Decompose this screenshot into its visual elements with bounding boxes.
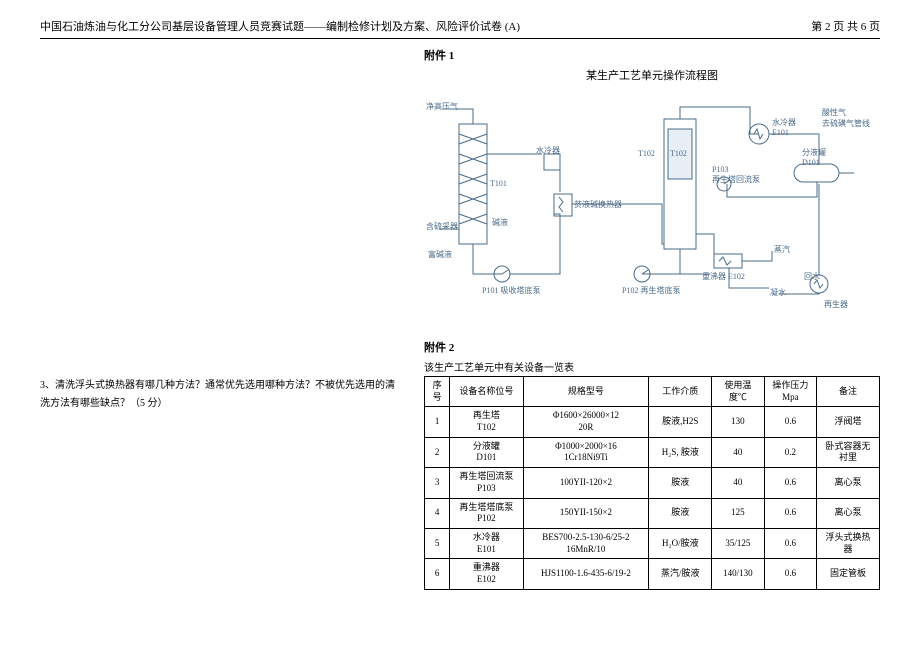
- cell-medium: 胺液,H2S: [649, 407, 712, 437]
- attachment-2: 附件 2 该生产工艺单元中有关设备一览表 序号 设备名称位号 规格型号 工作介质…: [424, 339, 880, 590]
- attachment-1: 附件 1 某生产工艺单元操作流程图: [424, 47, 880, 329]
- cell-note: 卧式容器无衬里: [817, 437, 880, 467]
- cell-temp: 125: [712, 498, 764, 528]
- cell-temp: 40: [712, 468, 764, 498]
- e102-label: 重沸器 E102: [702, 271, 745, 282]
- cell-medium: H₂S, 胺液: [649, 437, 712, 467]
- table-caption: 该生产工艺单元中有关设备一览表: [424, 359, 880, 374]
- cell-medium: 胺液: [649, 498, 712, 528]
- equipment-table: 序号 设备名称位号 规格型号 工作介质 使用温度℃ 操作压力Mpa 备注 1再生…: [424, 376, 880, 590]
- e101-label: 水冷器 E101: [772, 117, 796, 137]
- cell-seq: 6: [425, 559, 450, 589]
- cell-spec: 150YII-150×2: [523, 498, 649, 528]
- cell-name: 分液罐 D101: [450, 437, 523, 467]
- cell-temp: 40: [712, 437, 764, 467]
- cell-spec: 100YII-120×2: [523, 468, 649, 498]
- process-flow-diagram: T101 T102 T102 P101 吸收塔底泵 P102 再生塔底泵 P10…: [424, 89, 864, 329]
- th-temp: 使用温度℃: [712, 377, 764, 407]
- to-abs-label: 含硫采器: [426, 221, 458, 232]
- water-cooler-label: 水冷器: [536, 145, 560, 156]
- cell-note: 固定管板: [817, 559, 880, 589]
- table-row: 6重沸器 E102HJS1100-1.6-435-6/19-2蒸汽/胺液140/…: [425, 559, 880, 589]
- cell-pressure: 0.6: [764, 468, 816, 498]
- th-spec: 规格型号: [523, 377, 649, 407]
- cell-medium: 胺液: [649, 468, 712, 498]
- header-title: 中国石油炼油与化工分公司基层设备管理人员竞赛试题——编制检修计划及方案、风险评价…: [40, 18, 520, 34]
- page-header: 中国石油炼油与化工分公司基层设备管理人员竞赛试题——编制检修计划及方案、风险评价…: [40, 18, 880, 39]
- table-header-row: 序号 设备名称位号 规格型号 工作介质 使用温度℃ 操作压力Mpa 备注: [425, 377, 880, 407]
- cell-seq: 2: [425, 437, 450, 467]
- cell-temp: 130: [712, 407, 764, 437]
- t102a-label: T102: [638, 149, 655, 158]
- cell-seq: 3: [425, 468, 450, 498]
- th-name: 设备名称位号: [450, 377, 523, 407]
- cell-name: 再生塔回流泵 P103: [450, 468, 523, 498]
- table-row: 3再生塔回流泵 P103100YII-120×2胺液400.6离心泵: [425, 468, 880, 498]
- reboiler2-label: 再生器: [824, 299, 848, 310]
- question-3: 3、清洗浮头式换热器有哪几种方法？通常优先选用哪种方法？不被优先选用的清洗方法有…: [40, 377, 400, 413]
- t101-label: T101: [490, 179, 507, 188]
- cell-pressure: 0.2: [764, 437, 816, 467]
- cell-pressure: 0.6: [764, 498, 816, 528]
- lean-liquid-label: 碱液: [492, 217, 508, 228]
- table-row: 2分液罐 D101Φ1000×2000×16 1Cr18Ni9TiH₂S, 胺液…: [425, 437, 880, 467]
- clean-gas-label: 净高压气: [426, 101, 458, 112]
- cell-name: 重沸器 E102: [450, 559, 523, 589]
- cell-spec: HJS1100-1.6-435-6/19-2: [523, 559, 649, 589]
- return-liq-label: 回水: [804, 271, 820, 282]
- p103-label: P103 再生塔回流泵: [712, 165, 760, 185]
- cell-note: 浮阀塔: [817, 407, 880, 437]
- cell-seq: 4: [425, 498, 450, 528]
- cell-pressure: 0.6: [764, 407, 816, 437]
- table-row: 5水冷器 E101BES700-2.5-130-6/25-2 16MnR/10H…: [425, 528, 880, 558]
- cell-name: 水冷器 E101: [450, 528, 523, 558]
- cell-medium: 蒸汽/胺液: [649, 559, 712, 589]
- th-seq: 序号: [425, 377, 450, 407]
- diagram-title: 某生产工艺单元操作流程图: [424, 67, 880, 83]
- cell-temp: 35/125: [712, 528, 764, 558]
- attachment-2-label: 附件 2: [424, 339, 880, 355]
- attachment-1-label: 附件 1: [424, 47, 880, 63]
- cell-pressure: 0.6: [764, 559, 816, 589]
- cond-label: 凝水: [770, 287, 786, 298]
- th-pressure: 操作压力Mpa: [764, 377, 816, 407]
- rich-liquid-label: 富碱液: [428, 249, 452, 260]
- th-medium: 工作介质: [649, 377, 712, 407]
- cell-temp: 140/130: [712, 559, 764, 589]
- d101-label: 分液罐 D101: [802, 147, 826, 167]
- cell-name: 再生塔塔底泵 P102: [450, 498, 523, 528]
- cell-spec: Φ1600×26000×12 20R: [523, 407, 649, 437]
- p101-label: P101 吸收塔底泵: [482, 285, 540, 296]
- t102b-label: T102: [670, 149, 687, 158]
- cell-note: 离心泵: [817, 498, 880, 528]
- table-row: 1再生塔 T102Φ1600×26000×12 20R胺液,H2S1300.6浮…: [425, 407, 880, 437]
- cell-pressure: 0.6: [764, 528, 816, 558]
- cell-spec: Φ1000×2000×16 1Cr18Ni9Ti: [523, 437, 649, 467]
- steam-label: 蒸汽: [774, 244, 790, 255]
- lean-rich-label: 贫液碱换热器: [574, 199, 622, 210]
- th-note: 备注: [817, 377, 880, 407]
- cell-medium: H₂O/胺液: [649, 528, 712, 558]
- acid-gas-label: 酸性气 去硫磺气管线: [822, 107, 870, 129]
- cell-seq: 5: [425, 528, 450, 558]
- cell-spec: BES700-2.5-130-6/25-2 16MnR/10: [523, 528, 649, 558]
- cell-note: 浮头式换热器: [817, 528, 880, 558]
- p102-label: P102 再生塔底泵: [622, 285, 680, 296]
- cell-name: 再生塔 T102: [450, 407, 523, 437]
- cell-note: 离心泵: [817, 468, 880, 498]
- cell-seq: 1: [425, 407, 450, 437]
- header-pager: 第 2 页 共 6 页: [811, 18, 880, 34]
- table-row: 4再生塔塔底泵 P102150YII-150×2胺液1250.6离心泵: [425, 498, 880, 528]
